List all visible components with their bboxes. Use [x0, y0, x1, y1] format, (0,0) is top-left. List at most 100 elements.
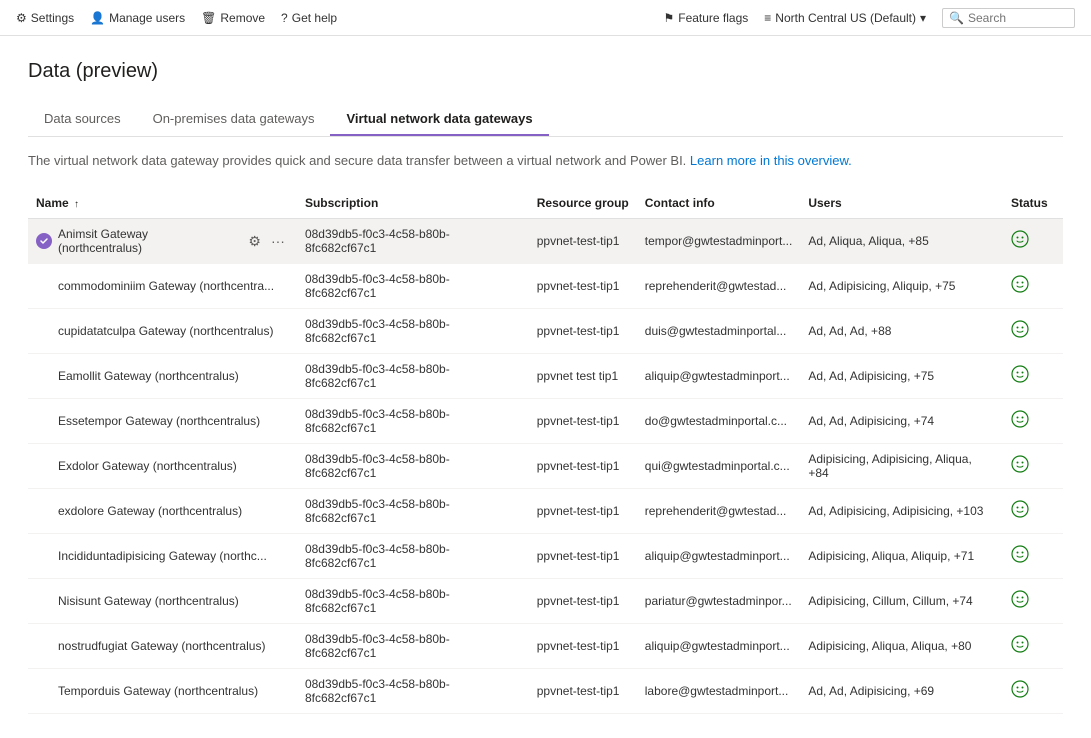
status-cell — [1003, 399, 1063, 444]
resource-group-cell: ppvnet-test-tip1 — [529, 399, 637, 444]
contact-info-cell: do@gwtestadminportal.c... — [637, 399, 801, 444]
chevron-down-icon: ▾ — [920, 11, 926, 25]
table-row[interactable]: nostrudfugiat Gateway (northcentralus) 08… — [28, 624, 1063, 669]
status-cell — [1003, 219, 1063, 264]
location-icon: ≡ — [764, 11, 771, 25]
name-cell: commodominiim Gateway (northcentra... — [28, 264, 297, 309]
status-cell — [1003, 489, 1063, 534]
table-row[interactable]: Animsit Gateway (northcentralus) ⚙··· 08d3… — [28, 219, 1063, 264]
status-icon — [1011, 410, 1029, 433]
status-cell — [1003, 444, 1063, 489]
remove-button[interactable]: 🗑 Remove — [201, 11, 265, 25]
status-icon — [1011, 590, 1029, 613]
search-icon: 🔍 — [949, 11, 964, 25]
search-box[interactable]: 🔍 — [942, 8, 1075, 28]
status-icon — [1011, 365, 1029, 388]
table-row[interactable]: cupidatatculpa Gateway (northcentralus) 0… — [28, 309, 1063, 354]
table-row[interactable]: Incididuntadipisicing Gateway (northc...… — [28, 534, 1063, 579]
users-cell: Adipisicing, Aliqua, Aliqua, +80 — [800, 624, 1003, 669]
table-row[interactable]: commodominiim Gateway (northcentra...08d… — [28, 264, 1063, 309]
subscription-cell: 08d39db5-f0c3-4c58-b80b-8fc682cf67c1 — [297, 399, 529, 444]
gateway-name: nostrudfugiat Gateway (northcentralus) — [58, 639, 289, 653]
gateway-name: Animsit Gateway (northcentralus) — [58, 227, 234, 255]
resource-group-cell: ppvnet-test-tip1 — [529, 624, 637, 669]
feature-flags-button[interactable]: ⚑ Feature flags — [663, 11, 748, 25]
resource-group-cell: ppvnet-test-tip1 — [529, 444, 637, 489]
table-row[interactable]: exdolore Gateway (northcentralus)08d39db… — [28, 489, 1063, 534]
user-icon: 👤 — [90, 11, 105, 25]
page-title: Data (preview) — [28, 60, 1063, 83]
gateway-name: Eamollit Gateway (northcentralus) — [58, 369, 289, 383]
region-selector[interactable]: ≡ North Central US (Default) ▾ — [764, 11, 926, 25]
status-icon — [1011, 275, 1029, 298]
top-bar: ⚙ Settings 👤 Manage users 🗑 Remove ? Get… — [0, 0, 1091, 36]
get-help-label: Get help — [292, 11, 337, 25]
status-cell — [1003, 624, 1063, 669]
description-text: The virtual network data gateway provide… — [28, 153, 686, 168]
search-input[interactable] — [968, 11, 1068, 25]
status-cell — [1003, 354, 1063, 399]
gateway-name: Essetempor Gateway (northcentralus) — [58, 414, 289, 428]
users-cell: Ad, Adipisicing, Adipisicing, +103 — [800, 489, 1003, 534]
row-actions: ⚙··· — [244, 231, 289, 252]
learn-more-link[interactable]: Learn more in this overview. — [690, 153, 852, 168]
gateway-name: Incididuntadipisicing Gateway (northc... — [58, 549, 289, 563]
gateway-name: cupidatatculpa Gateway (northcentralus) — [58, 324, 289, 338]
tab-data-sources[interactable]: Data sources — [28, 103, 137, 136]
subscription-cell: 08d39db5-f0c3-4c58-b80b-8fc682cf67c1 — [297, 444, 529, 489]
name-cell: exdolore Gateway (northcentralus) — [28, 489, 297, 534]
col-status: Status — [1003, 188, 1063, 219]
region-label: North Central US (Default) — [775, 11, 916, 25]
selected-indicator-icon — [36, 233, 52, 249]
users-cell: Ad, Adipisicing, Aliquip, +75 — [800, 264, 1003, 309]
sort-arrow: ↑ — [74, 199, 79, 210]
contact-info-cell: duis@gwtestadminportal... — [637, 309, 801, 354]
subscription-cell: 08d39db5-f0c3-4c58-b80b-8fc682cf67c1 — [297, 309, 529, 354]
users-cell: Ad, Ad, Adipisicing, +69 — [800, 669, 1003, 714]
gateway-name: Temporduis Gateway (northcentralus) — [58, 684, 289, 698]
users-cell: Ad, Ad, Ad, +88 — [800, 309, 1003, 354]
users-cell: Adipisicing, Aliqua, Aliquip, +71 — [800, 534, 1003, 579]
table-row[interactable]: Temporduis Gateway (northcentralus)08d39… — [28, 669, 1063, 714]
table-row[interactable]: Nisisunt Gateway (northcentralus)08d39db… — [28, 579, 1063, 624]
top-bar-left: ⚙ Settings 👤 Manage users 🗑 Remove ? Get… — [16, 11, 337, 25]
status-icon — [1011, 635, 1029, 658]
status-icon — [1011, 320, 1029, 343]
trash-icon: 🗑 — [201, 11, 216, 25]
table-row[interactable]: Essetempor Gateway (northcentralus) 08d39… — [28, 399, 1063, 444]
status-cell — [1003, 669, 1063, 714]
status-icon — [1011, 455, 1029, 478]
users-cell: Adipisicing, Adipisicing, Aliqua, +84 — [800, 444, 1003, 489]
get-help-button[interactable]: ? Get help — [281, 11, 337, 25]
gear-icon: ⚙ — [16, 11, 27, 25]
tab-on-premises[interactable]: On-premises data gateways — [137, 103, 331, 136]
contact-info-cell: reprehenderit@gwtestad... — [637, 489, 801, 534]
table-row[interactable]: Eamollit Gateway (northcentralus)08d39db… — [28, 354, 1063, 399]
resource-group-cell: ppvnet test tip1 — [529, 354, 637, 399]
remove-label: Remove — [220, 11, 265, 25]
users-cell: Ad, Ad, Adipisicing, +74 — [800, 399, 1003, 444]
name-cell: nostrudfugiat Gateway (northcentralus) — [28, 624, 297, 669]
resource-group-cell: ppvnet-test-tip1 — [529, 309, 637, 354]
table-row[interactable]: Exdolor Gateway (northcentralus)08d39db5… — [28, 444, 1063, 489]
status-cell — [1003, 534, 1063, 579]
resource-group-cell: ppvnet-test-tip1 — [529, 489, 637, 534]
more-options-button[interactable]: ··· — [267, 231, 289, 251]
manage-users-button[interactable]: 👤 Manage users — [90, 11, 185, 25]
gear-button[interactable]: ⚙ — [244, 231, 265, 252]
status-icon — [1011, 680, 1029, 703]
tab-vnet[interactable]: Virtual network data gateways — [330, 103, 548, 136]
contact-info-cell: labore@gwtestadminport... — [637, 669, 801, 714]
resource-group-cell: ppvnet-test-tip1 — [529, 579, 637, 624]
col-contact-info: Contact info — [637, 188, 801, 219]
col-subscription: Subscription — [297, 188, 529, 219]
col-name-label: Name — [36, 196, 69, 210]
subscription-cell: 08d39db5-f0c3-4c58-b80b-8fc682cf67c1 — [297, 579, 529, 624]
settings-button[interactable]: ⚙ Settings — [16, 11, 74, 25]
subscription-cell: 08d39db5-f0c3-4c58-b80b-8fc682cf67c1 — [297, 219, 529, 264]
subscription-cell: 08d39db5-f0c3-4c58-b80b-8fc682cf67c1 — [297, 624, 529, 669]
resource-group-cell: ppvnet-test-tip1 — [529, 534, 637, 579]
users-cell: Ad, Ad, Adipisicing, +75 — [800, 354, 1003, 399]
name-cell: Animsit Gateway (northcentralus) ⚙··· — [28, 219, 297, 264]
status-cell — [1003, 579, 1063, 624]
